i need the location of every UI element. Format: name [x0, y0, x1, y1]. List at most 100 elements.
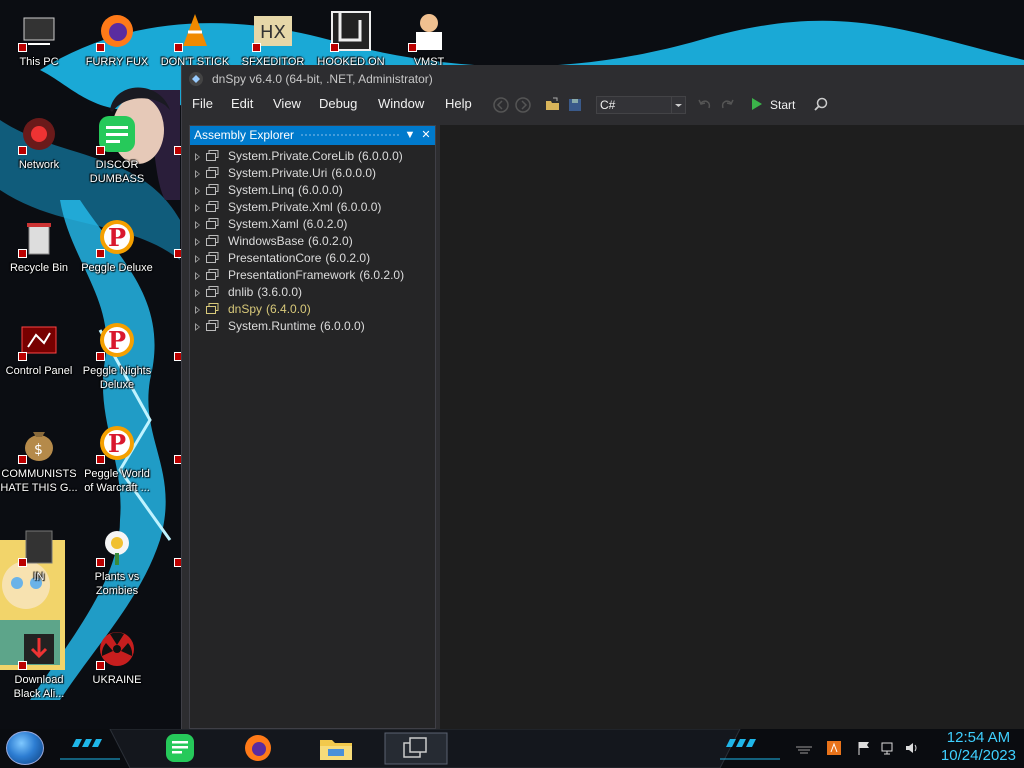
start-label: Start [770, 98, 796, 112]
dnspy-window[interactable]: dnSpy v6.4.0 (64-bit, .NET, Administrato… [181, 65, 1024, 729]
save-icon[interactable] [566, 96, 584, 114]
menu-file[interactable]: File [186, 95, 219, 113]
tray-overflow-icon[interactable] [796, 740, 812, 756]
desktop-icon[interactable]: DISCOR DUMBASS [78, 113, 156, 186]
open-folder-icon[interactable] [544, 96, 562, 114]
control-panel-icon [18, 319, 60, 361]
language-select[interactable]: C# [596, 96, 686, 114]
desktop-icon[interactable]: Plants vs Zombies [78, 525, 156, 598]
assembly-icon [206, 286, 219, 297]
expand-arrow-icon[interactable] [195, 289, 200, 297]
expand-arrow-icon[interactable] [195, 238, 200, 246]
expand-arrow-icon[interactable] [195, 255, 200, 263]
undo-icon[interactable] [696, 96, 714, 114]
panel-menu-chevron-icon[interactable]: ▼ [403, 126, 417, 145]
assembly-tree-item[interactable]: System.Xaml (6.0.2.0) [190, 216, 435, 233]
assembly-explorer-header[interactable]: Assembly Explorer ▼ ✕ [190, 126, 435, 145]
expand-arrow-icon[interactable] [195, 204, 200, 212]
dnspy-app-icon [189, 72, 203, 86]
network-tray-icon[interactable] [880, 740, 896, 756]
expand-arrow-icon[interactable] [195, 306, 200, 314]
taskbar: 12:54 AM 10/24/2023 [0, 729, 1024, 768]
assembly-tree-item[interactable]: dnSpy (6.4.0.0) [190, 301, 435, 318]
desktop-icon[interactable]: P Peggle Nights Deluxe [78, 319, 156, 392]
desktop-icon[interactable]: Network [0, 113, 78, 172]
assembly-icon [206, 303, 219, 314]
task-view-icon[interactable] [384, 732, 448, 765]
expand-arrow-icon[interactable] [195, 272, 200, 280]
expand-arrow-icon[interactable] [195, 170, 200, 178]
navigate-back-icon[interactable] [492, 96, 510, 114]
menu-help[interactable]: Help [439, 95, 478, 113]
navigate-forward-icon[interactable] [514, 96, 532, 114]
assembly-tree-item[interactable]: System.Linq (6.0.0.0) [190, 182, 435, 199]
assembly-tree-item[interactable]: WindowsBase (6.0.2.0) [190, 233, 435, 250]
start-button[interactable] [6, 731, 44, 765]
desktop-icon[interactable]: Download Black Ali... [0, 628, 78, 701]
desktop-icon[interactable]: HOOKED ON [312, 10, 390, 69]
assembly-tree-item[interactable]: dnlib (3.6.0.0) [190, 284, 435, 301]
assembly-version: (6.0.2.0) [308, 234, 353, 248]
assembly-name: System.Runtime [228, 319, 317, 333]
file-explorer-icon[interactable] [308, 732, 364, 765]
desktop-icon-label: Network [18, 159, 60, 171]
assembly-tree-item[interactable]: System.Private.CoreLib (6.0.0.0) [190, 148, 435, 165]
expand-arrow-icon[interactable] [195, 323, 200, 331]
desktop-icon[interactable]: P Peggle Deluxe [78, 216, 156, 275]
desktop-icon[interactable]: IN [0, 525, 78, 584]
shortcut-arrow-icon [96, 455, 105, 464]
peggle-icon: P [96, 216, 138, 258]
assembly-tree: System.Private.CoreLib (6.0.0.0) System.Pr… [190, 145, 435, 335]
redo-icon[interactable] [718, 96, 736, 114]
assembly-tree-item[interactable]: System.Private.Xml (6.0.0.0) [190, 199, 435, 216]
menu-window[interactable]: Window [372, 95, 430, 113]
menu-debug[interactable]: Debug [313, 95, 363, 113]
shortcut-arrow-icon [18, 352, 27, 361]
assembly-icon [206, 167, 219, 178]
assembly-name: WindowsBase [228, 234, 305, 248]
assembly-tree-item[interactable]: System.Runtime (6.0.0.0) [190, 318, 435, 335]
assembly-tree-item[interactable]: PresentationFramework (6.0.2.0) [190, 267, 435, 284]
desktop-icon-label: Peggle Nights Deluxe [82, 365, 152, 391]
hxd-icon: HX [252, 10, 294, 52]
assembly-version: (6.0.2.0) [325, 251, 371, 265]
pvz-icon [96, 525, 138, 567]
assembly-tree-item[interactable]: System.Private.Uri (6.0.0.0) [190, 165, 435, 182]
flag-icon[interactable] [856, 740, 872, 756]
shortcut-arrow-icon [174, 43, 183, 52]
desktop-icon[interactable]: P Peggle World of Warcraft ... [78, 422, 156, 495]
menu-view[interactable]: View [267, 95, 307, 113]
firefox-icon[interactable] [230, 732, 286, 765]
desktop-icon[interactable]: Recycle Bin [0, 216, 78, 275]
desktop-icon[interactable]: Control Panel [0, 319, 78, 378]
chat-app-icon[interactable] [152, 732, 208, 765]
system-clock[interactable]: 12:54 AM 10/24/2023 [941, 729, 1016, 765]
search-icon[interactable] [812, 96, 830, 114]
panel-grip[interactable] [300, 133, 401, 138]
language-select-value: C# [600, 98, 616, 112]
menu-edit[interactable]: Edit [225, 95, 259, 113]
desktop-icon[interactable]: $ COMMUNISTS HATE THIS G... [0, 422, 78, 495]
desktop-icon[interactable]: HX SFXEDITOR [234, 10, 312, 69]
expand-arrow-icon[interactable] [195, 221, 200, 229]
expand-arrow-icon[interactable] [195, 187, 200, 195]
assembly-icon [206, 252, 219, 263]
assembly-version: (6.0.0.0) [331, 166, 377, 180]
desktop-icon[interactable]: VMST [390, 10, 468, 69]
shortcut-arrow-icon [330, 43, 339, 52]
shortcut-arrow-icon [408, 43, 417, 52]
tray-app-icon[interactable] [826, 740, 842, 756]
volume-icon[interactable] [904, 740, 920, 756]
shortcut-arrow-icon [18, 43, 27, 52]
assembly-tree-item[interactable]: PresentationCore (6.0.2.0) [190, 250, 435, 267]
clock-time: 12:54 AM [946, 729, 1011, 746]
desktop-icon[interactable]: This PC [0, 10, 78, 69]
close-icon[interactable]: ✕ [419, 126, 433, 145]
expand-arrow-icon[interactable] [195, 153, 200, 161]
start-debugging-button[interactable]: Start [752, 96, 795, 114]
title-bar[interactable]: dnSpy v6.4.0 (64-bit, .NET, Administrato… [182, 65, 1024, 93]
desktop-icon[interactable]: UKRAINE [78, 628, 156, 687]
chevron-down-icon[interactable] [671, 97, 685, 113]
recycle-bin-icon [18, 216, 60, 258]
desktop-icon[interactable]: FURRY FUX [78, 10, 156, 69]
